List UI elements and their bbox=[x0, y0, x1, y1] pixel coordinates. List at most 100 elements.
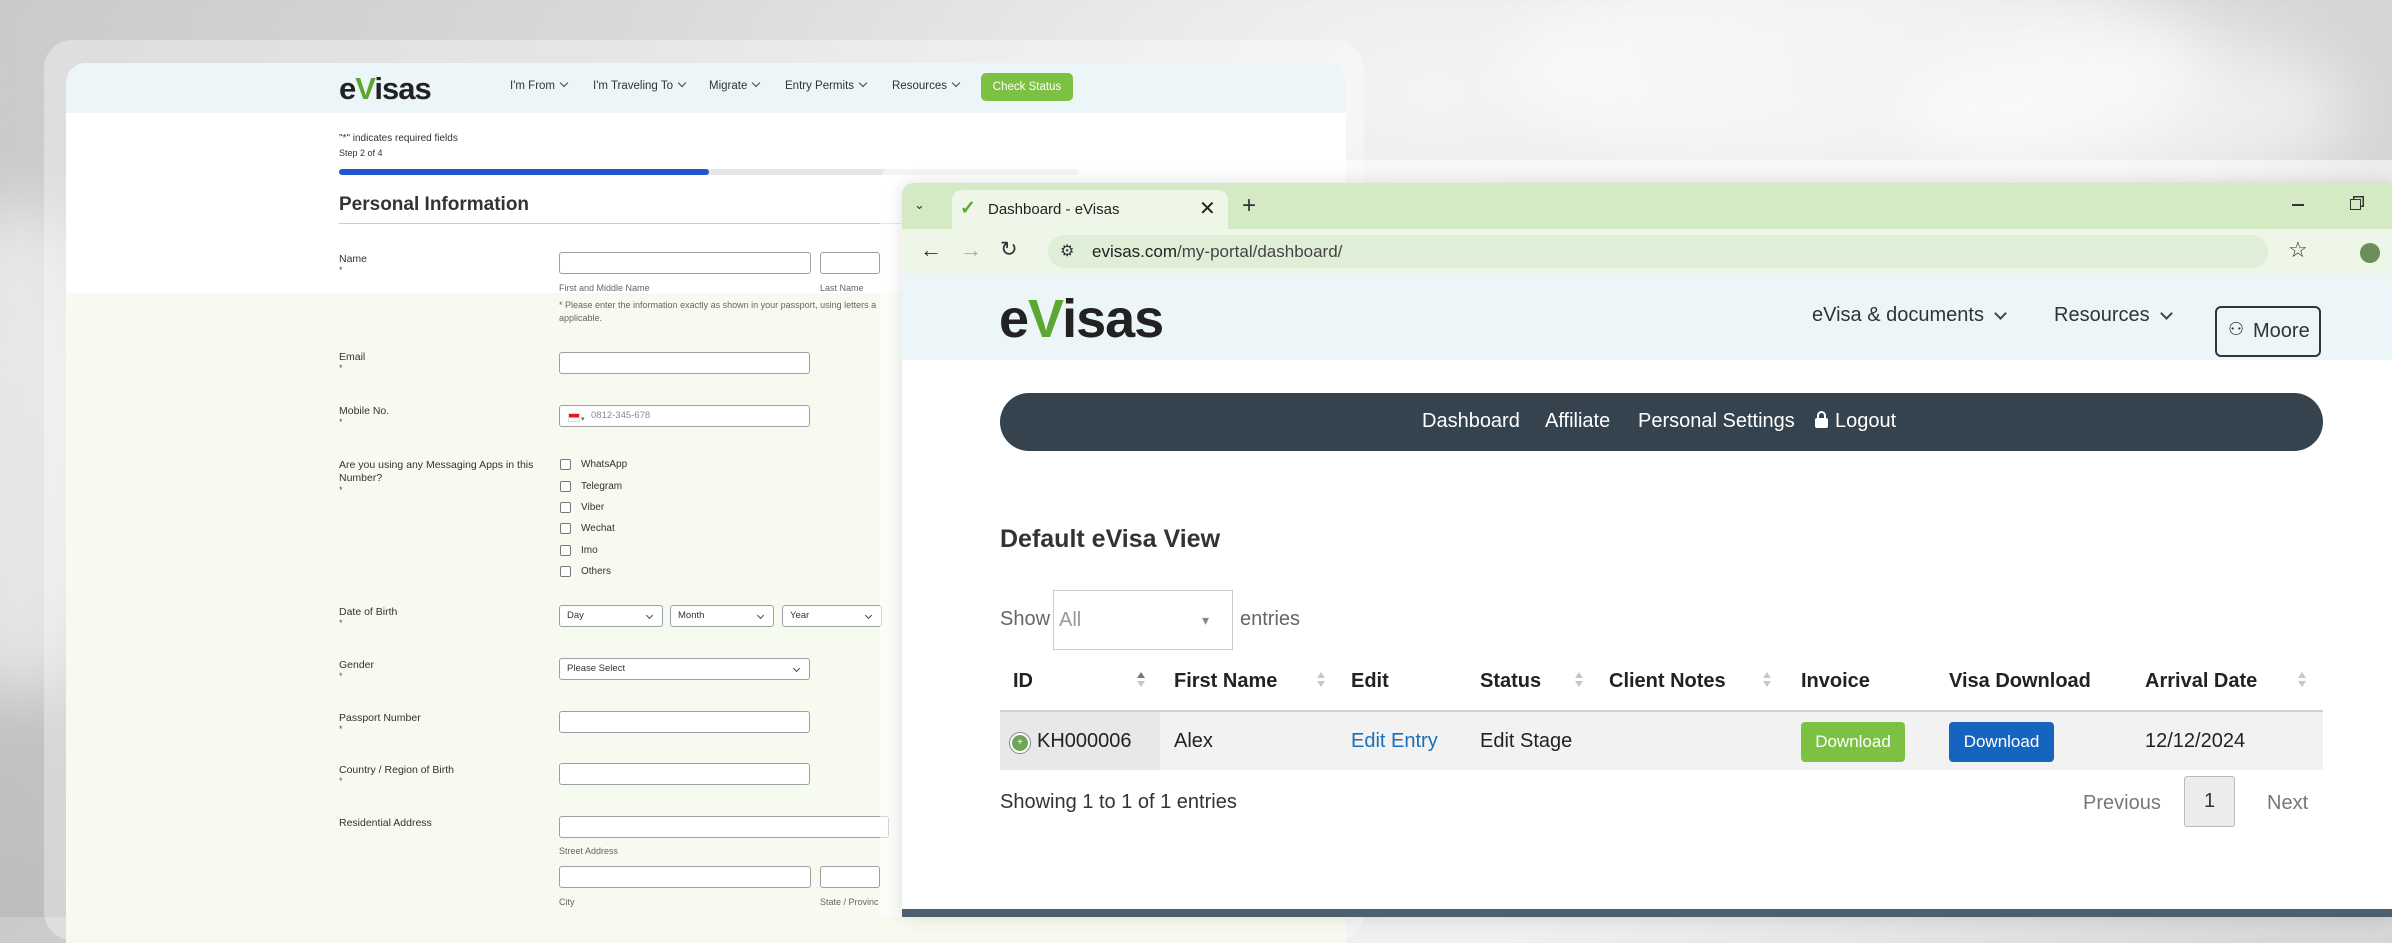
back-icon[interactable]: ← bbox=[920, 237, 942, 263]
column-header-id[interactable]: ID bbox=[1013, 670, 1033, 693]
edit-entry-link[interactable]: Edit Entry bbox=[1351, 730, 1438, 753]
reload-icon[interactable]: ↻ bbox=[1000, 237, 1018, 262]
dob-day-select[interactable]: Day bbox=[559, 605, 663, 627]
pagination-previous[interactable]: Previous bbox=[2083, 792, 2161, 815]
column-header-client-notes[interactable]: Client Notes bbox=[1609, 670, 1726, 693]
tab-strip: ⌄ ✓ Dashboard - eVisas ✕ + bbox=[902, 183, 2392, 229]
column-header-arrival-date[interactable]: Arrival Date bbox=[2145, 670, 2257, 693]
messaging-label: Are you using any Messaging Apps in this bbox=[339, 459, 534, 471]
required-mark: * bbox=[339, 776, 343, 786]
checkbox-imo[interactable] bbox=[560, 545, 571, 556]
row-status: Edit Stage bbox=[1480, 730, 1573, 752]
new-tab-icon[interactable]: + bbox=[1242, 192, 1256, 220]
site-info-icon[interactable]: ⚙ bbox=[1060, 241, 1074, 261]
url-bar[interactable]: ⚙ evisas.com/my-portal/dashboard/ bbox=[1048, 235, 2268, 268]
option-whatsapp[interactable]: WhatsApp bbox=[581, 459, 627, 470]
nav-affiliate[interactable]: Affiliate bbox=[1545, 410, 1610, 433]
option-imo[interactable]: Imo bbox=[581, 545, 598, 556]
checkbox-viber[interactable] bbox=[560, 502, 571, 513]
site-header: eVisas eVisa & documents Resources bbox=[902, 274, 2392, 360]
indonesia-flag-icon[interactable] bbox=[568, 413, 580, 422]
pagination-page-1[interactable]: 1 bbox=[2184, 776, 2235, 827]
user-icon: ⚇ bbox=[2228, 319, 2245, 339]
entries-select-value: All bbox=[1059, 609, 1082, 631]
street-address-sublabel: Street Address bbox=[559, 846, 619, 856]
checkbox-wechat[interactable] bbox=[560, 523, 571, 534]
chevron-down-icon: ▾ bbox=[1202, 612, 1210, 628]
pagination-next[interactable]: Next bbox=[2267, 792, 2308, 815]
column-header-first-name[interactable]: First Name bbox=[1174, 670, 1277, 693]
state-input[interactable] bbox=[820, 866, 880, 888]
expand-row-icon[interactable]: + bbox=[1010, 733, 1030, 753]
tab-search-chevron-icon[interactable]: ⌄ bbox=[914, 197, 925, 213]
option-others[interactable]: Others bbox=[581, 566, 611, 577]
dashboard-nav: Dashboard Affiliate Personal Settings Lo… bbox=[1000, 393, 2323, 451]
nav-personal-settings[interactable]: Personal Settings bbox=[1638, 410, 1795, 433]
minimize-icon[interactable] bbox=[2292, 204, 2304, 206]
country-of-birth-label: Country / Region of Birth bbox=[339, 764, 454, 776]
restore-icon[interactable] bbox=[2350, 199, 2361, 210]
nav-dashboard[interactable]: Dashboard bbox=[1422, 410, 1520, 433]
state-sublabel: State / Provinc bbox=[820, 897, 879, 907]
nav-logout[interactable]: Logout bbox=[1815, 410, 1896, 433]
email-label: Email bbox=[339, 351, 366, 363]
checkbox-others[interactable] bbox=[560, 566, 571, 577]
email-input[interactable] bbox=[559, 352, 810, 374]
invoice-download-button[interactable]: Download bbox=[1801, 722, 1905, 762]
close-tab-icon[interactable]: ✕ bbox=[1199, 196, 1216, 221]
gender-label: Gender bbox=[339, 659, 375, 671]
entries-length-select[interactable]: All ▾ bbox=[1053, 590, 1233, 650]
show-label: Show bbox=[1000, 608, 1051, 630]
checkbox-telegram[interactable] bbox=[560, 481, 571, 492]
visa-download-button[interactable]: Download bbox=[1949, 722, 2054, 762]
dob-year-select[interactable]: Year bbox=[782, 605, 882, 627]
mobile-input[interactable]: ▾ 0812-345-678 bbox=[559, 405, 810, 427]
evisas-logo[interactable]: eVisas bbox=[339, 71, 432, 107]
mobile-placeholder: 0812-345-678 bbox=[591, 410, 651, 421]
profile-icon[interactable] bbox=[2360, 243, 2380, 263]
gender-select[interactable]: Please Select bbox=[559, 658, 810, 680]
lock-icon bbox=[1815, 411, 1828, 428]
dob-month-select[interactable]: Month bbox=[670, 605, 774, 627]
nav-resources[interactable]: Resources bbox=[892, 78, 961, 92]
nav-migrate[interactable]: Migrate bbox=[709, 78, 761, 92]
browser-tab[interactable]: ✓ Dashboard - eVisas ✕ bbox=[952, 190, 1228, 229]
column-header-edit: Edit bbox=[1351, 670, 1389, 692]
passport-number-input[interactable] bbox=[559, 711, 810, 733]
chevron-down-icon bbox=[951, 78, 961, 88]
row-id: KH000006 bbox=[1037, 730, 1132, 752]
bookmark-star-icon[interactable]: ☆ bbox=[2288, 237, 2308, 263]
option-viber[interactable]: Viber bbox=[581, 502, 604, 513]
column-header-status[interactable]: Status bbox=[1480, 670, 1541, 693]
name-label: Name bbox=[339, 253, 368, 265]
form-header: eVisas I'm From I'm Traveling To Migrate… bbox=[66, 63, 1346, 113]
street-address-input[interactable] bbox=[559, 816, 889, 838]
option-wechat[interactable]: Wechat bbox=[581, 523, 615, 534]
nav-im-from[interactable]: I'm From bbox=[510, 78, 569, 92]
check-status-button[interactable]: Check Status bbox=[981, 73, 1073, 101]
option-telegram[interactable]: Telegram bbox=[581, 481, 622, 492]
chevron-down-icon bbox=[792, 664, 801, 673]
chevron-down-icon bbox=[645, 611, 654, 620]
mobile-label: Mobile No. bbox=[339, 405, 390, 417]
checkbox-whatsapp[interactable] bbox=[560, 459, 571, 470]
city-input[interactable] bbox=[559, 866, 811, 888]
showing-info: Showing 1 to 1 of 1 entries bbox=[1000, 791, 1237, 813]
user-menu-button[interactable]: ⚇ Moore bbox=[2215, 306, 2321, 357]
tab-title: Dashboard - eVisas bbox=[988, 201, 1120, 218]
column-header-visa-download: Visa Download bbox=[1949, 670, 2091, 692]
progress-fill bbox=[339, 169, 709, 175]
dob-label: Date of Birth bbox=[339, 606, 398, 618]
nav-evisa-documents[interactable]: eVisa & documents bbox=[1812, 304, 2007, 327]
forward-icon[interactable]: → bbox=[960, 237, 982, 263]
first-middle-name-input[interactable] bbox=[559, 252, 811, 274]
nav-im-traveling-to[interactable]: I'm Traveling To bbox=[593, 78, 687, 92]
nav-resources[interactable]: Resources bbox=[2054, 304, 2173, 327]
section-title: Personal Information bbox=[339, 194, 530, 215]
passport-label: Passport Number bbox=[339, 712, 421, 724]
evisas-logo[interactable]: eVisas bbox=[999, 288, 1164, 350]
name-hint-continued: applicable. bbox=[559, 313, 603, 323]
country-of-birth-input[interactable] bbox=[559, 763, 810, 785]
last-name-input[interactable] bbox=[820, 252, 880, 274]
nav-entry-permits[interactable]: Entry Permits bbox=[785, 78, 868, 92]
